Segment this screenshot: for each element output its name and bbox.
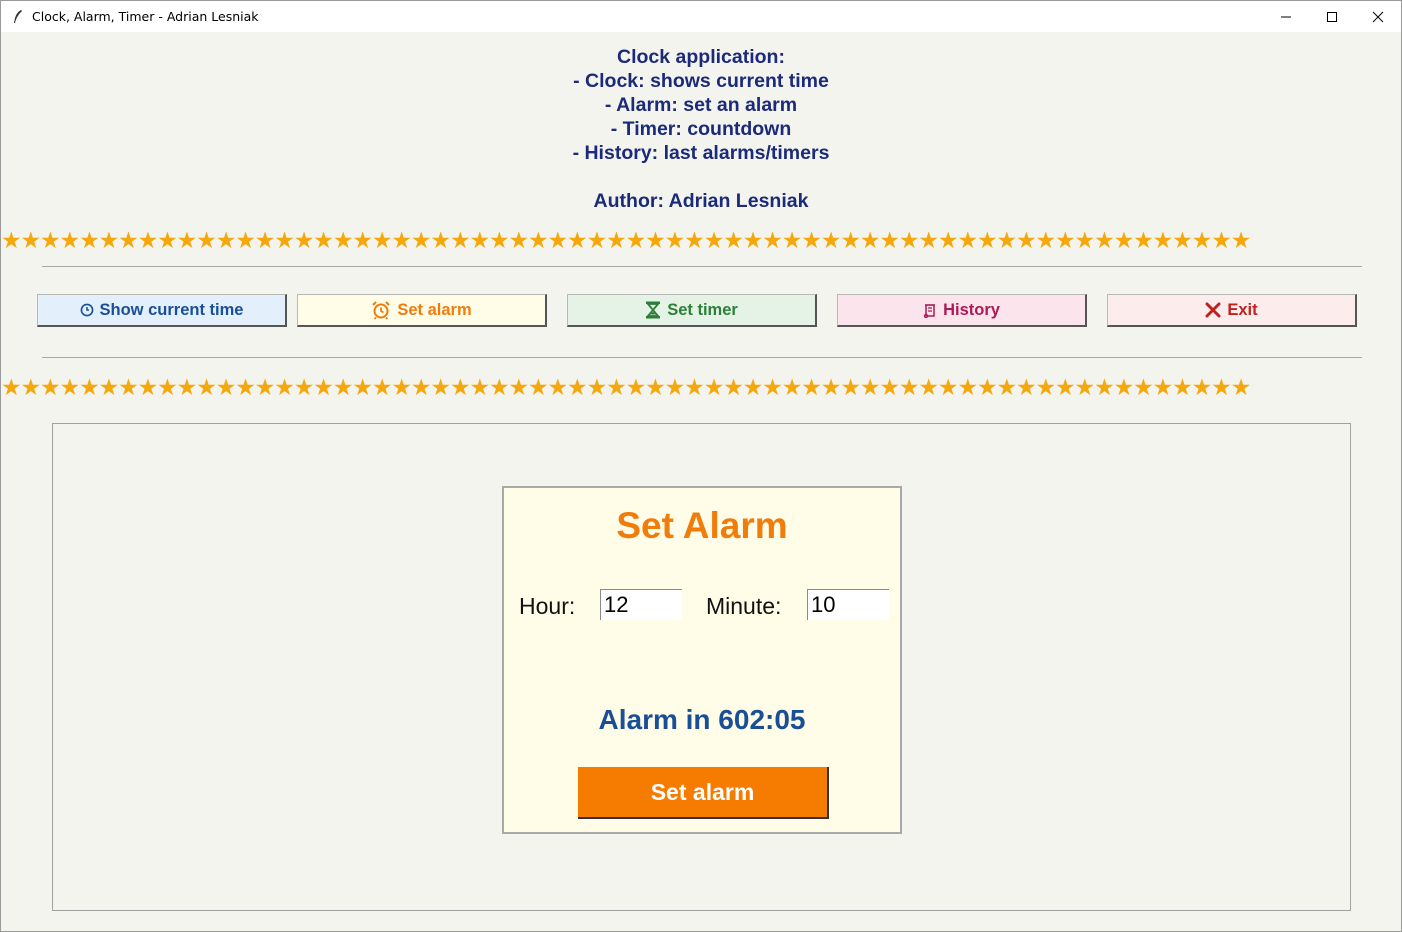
- window-controls: [1263, 1, 1401, 32]
- close-icon: [1372, 11, 1384, 22]
- set-alarm-nav-button[interactable]: Set alarm: [297, 294, 547, 327]
- set-timer-button[interactable]: Set timer: [567, 294, 817, 327]
- set-alarm-button[interactable]: Set alarm: [578, 767, 829, 819]
- hour-label: Hour:: [519, 593, 576, 619]
- separator-top: [42, 266, 1362, 267]
- close-button[interactable]: [1355, 1, 1401, 32]
- alarm-clock-icon: [371, 300, 391, 320]
- show-current-time-button[interactable]: Show current time: [37, 294, 287, 327]
- star-divider-top: ★★★★★★★★★★★★★★★★★★★★★★★★★★★★★★★★★★★★★★★★…: [1, 229, 1251, 251]
- title-bar: Clock, Alarm, Timer - Adrian Lesniak: [1, 1, 1401, 32]
- minute-label: Minute:: [706, 593, 782, 619]
- intro-line: - Alarm: set an alarm: [604, 94, 798, 116]
- scroll-icon: [923, 302, 937, 318]
- show-current-time-label: Show current time: [99, 300, 244, 319]
- star-divider-bottom: ★★★★★★★★★★★★★★★★★★★★★★★★★★★★★★★★★★★★★★★★…: [1, 376, 1251, 398]
- history-button[interactable]: History: [837, 294, 1087, 327]
- separator-bottom: [42, 357, 1362, 358]
- alarm-panel: Set Alarm Hour: Minute: Alarm in 602:05 …: [502, 486, 902, 834]
- intro-text: Clock application: - Clock: shows curren…: [1, 45, 1401, 213]
- intro-line: - Clock: shows current time: [573, 70, 829, 92]
- clock-icon: [80, 303, 94, 317]
- minute-input[interactable]: [807, 589, 889, 620]
- app-window: Clock, Alarm, Timer - Adrian Lesniak Clo…: [0, 0, 1402, 932]
- minimize-button[interactable]: [1263, 1, 1309, 32]
- alarm-panel-title: Set Alarm: [616, 505, 788, 546]
- exit-label: Exit: [1227, 300, 1258, 319]
- hour-input[interactable]: [600, 589, 682, 620]
- hourglass-icon: [645, 301, 661, 319]
- history-label: History: [943, 300, 1000, 319]
- x-icon: [1205, 302, 1221, 318]
- intro-line: - History: last alarms/timers: [572, 142, 830, 164]
- set-timer-label: Set timer: [667, 300, 738, 319]
- intro-line: Clock application:: [617, 46, 785, 68]
- set-alarm-nav-label: Set alarm: [397, 300, 472, 319]
- maximize-button[interactable]: [1309, 1, 1355, 32]
- exit-button[interactable]: Exit: [1107, 294, 1357, 327]
- window-title: Clock, Alarm, Timer - Adrian Lesniak: [32, 9, 259, 24]
- feather-icon: [11, 9, 25, 24]
- intro-line: - Timer: countdown: [610, 118, 792, 140]
- maximize-icon: [1327, 11, 1337, 22]
- alarm-countdown: Alarm in 602:05: [598, 704, 806, 735]
- minimize-icon: [1281, 16, 1291, 17]
- author-line: Author: Adrian Lesniak: [593, 190, 809, 212]
